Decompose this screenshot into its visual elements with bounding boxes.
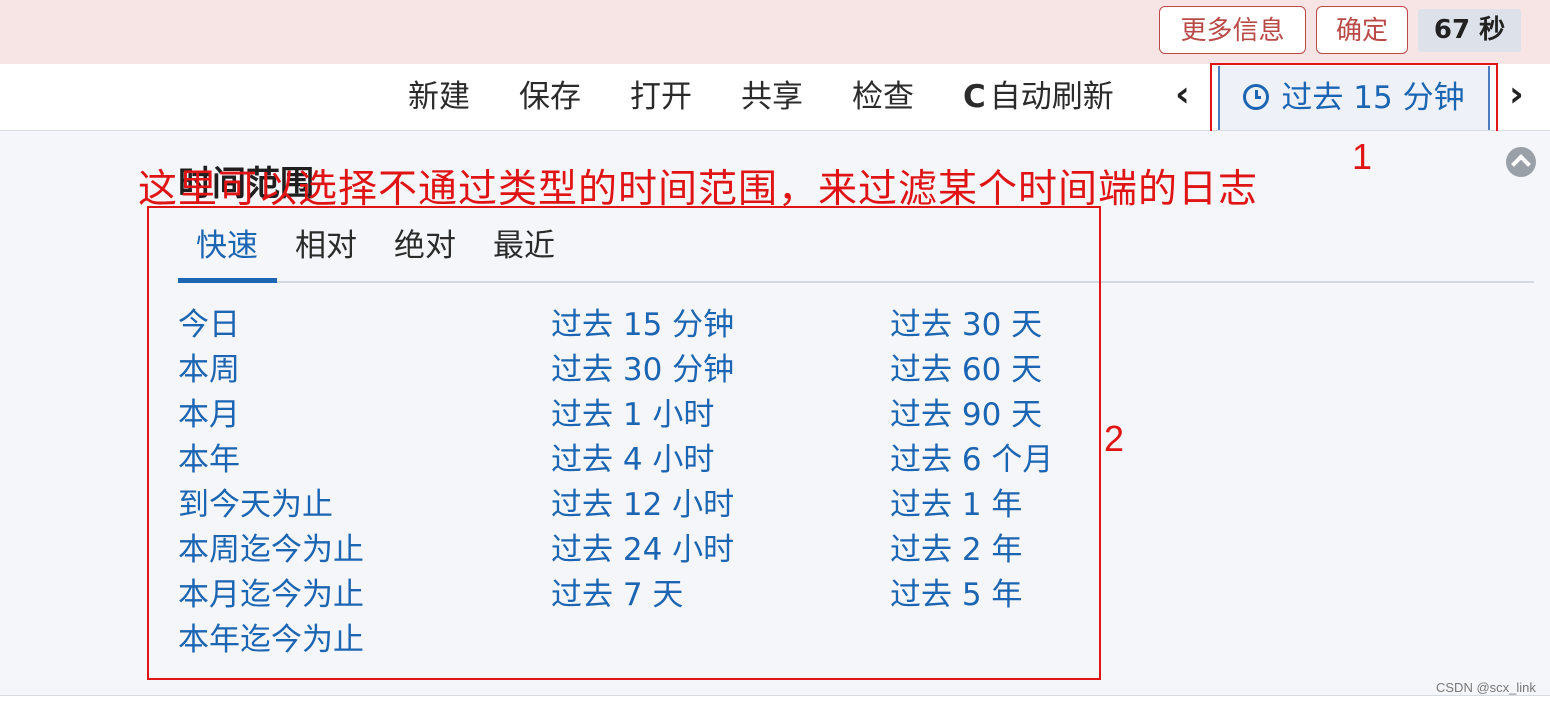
refresh-icon: C [963,79,986,115]
watermark: CSDN @scx_link [1436,680,1536,695]
annotation-label-2: 2 [1104,418,1125,459]
chevron-up-circle-icon[interactable] [1506,147,1536,177]
auto-refresh-label: 自动刷新 [989,79,1114,115]
annotation-box-2 [147,206,1101,680]
chevron-left-icon[interactable]: ‹ [1175,64,1190,130]
open-button[interactable]: 打开 [630,64,692,130]
chevron-right-icon[interactable]: › [1509,64,1524,130]
annotation-label-1: 1 [1352,136,1373,177]
more-info-button[interactable]: 更多信息 [1159,6,1306,54]
confirm-button[interactable]: 确定 [1316,6,1408,54]
inspect-button[interactable]: 检查 [852,64,914,130]
top-alert-bar: 更多信息 确定 67 秒 [0,0,1550,64]
auto-refresh-button[interactable]: C 自动刷新 [963,64,1114,130]
countdown-badge: 67 秒 [1418,9,1521,52]
save-button[interactable]: 保存 [519,64,581,130]
annotation-box-1 [1210,63,1498,134]
new-button[interactable]: 新建 [408,64,470,130]
share-button[interactable]: 共享 [741,64,803,130]
